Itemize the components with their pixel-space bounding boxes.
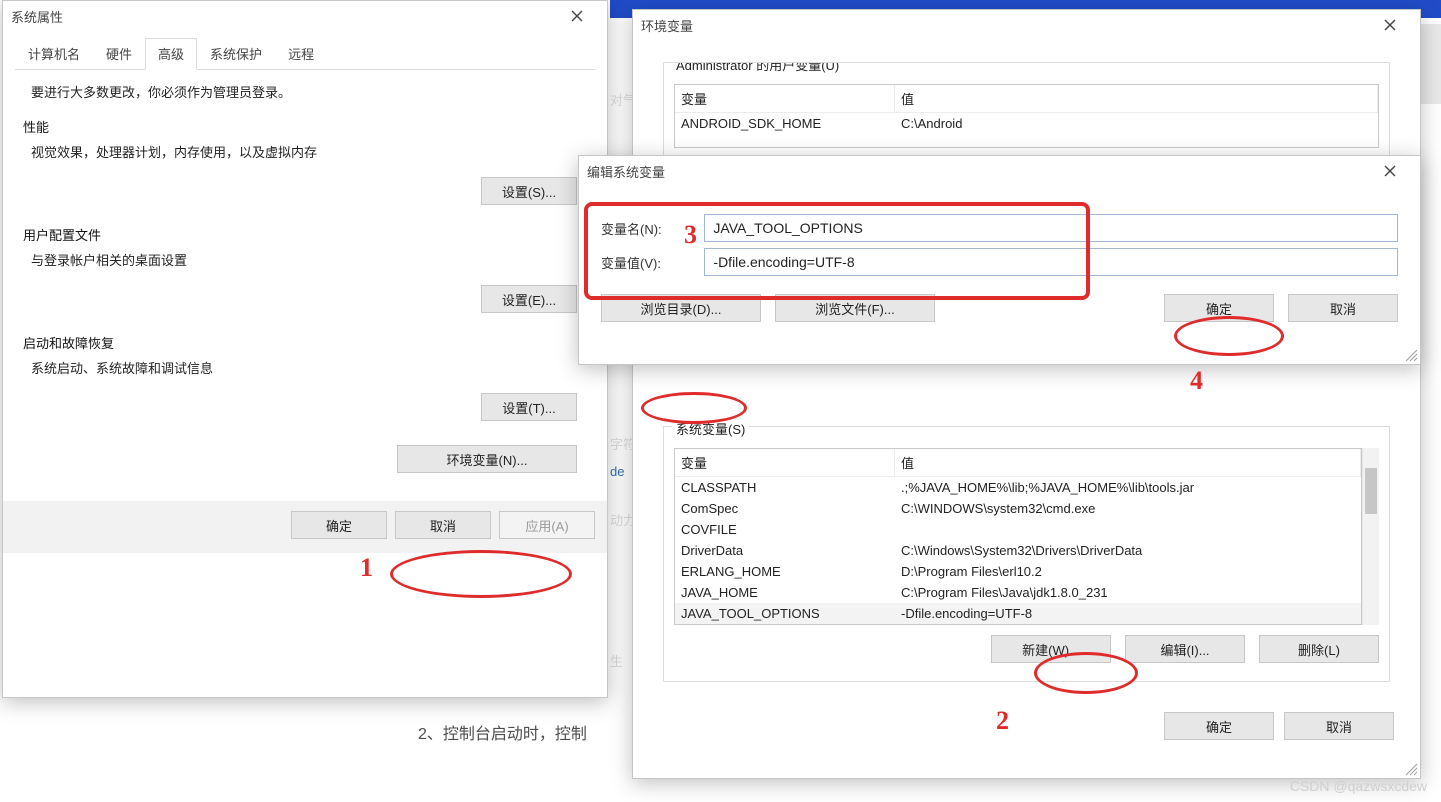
user-vars-group-label: Administrator 的用户变量(U) [672,62,843,74]
envvars-title: 环境变量 [641,16,693,35]
close-icon [1384,165,1396,177]
sys-vars-col-val[interactable]: 值 [895,449,1361,476]
table-row[interactable]: ComSpecC:\WINDOWS\system32\cmd.exe [675,498,1361,519]
envvars-ok-button[interactable]: 确定 [1164,712,1274,740]
startup-title: 启动和故障恢复 [23,333,595,352]
user-profiles-desc: 与登录帐户相关的桌面设置 [31,250,595,269]
ok-button[interactable]: 确定 [291,511,387,539]
browse-file-button[interactable]: 浏览文件(F)... [775,294,935,322]
user-vars-col-val[interactable]: 值 [895,85,1378,112]
close-button[interactable] [553,1,601,31]
user-var-row[interactable]: ANDROID_SDK_HOME C:\Android [675,113,1378,134]
scrollbar-thumb[interactable] [1365,468,1377,514]
editvar-close-button[interactable] [1366,156,1414,186]
user-var-name: ANDROID_SDK_HOME [675,113,895,134]
titlebar-envvars: 环境变量 [633,10,1420,40]
sysvar-delete-button[interactable]: 删除(L) [1259,635,1379,663]
close-icon [571,10,583,22]
var-name-input[interactable] [704,214,1398,242]
user-vars-col-var[interactable]: 变量 [675,85,895,112]
watermark: CSDN @qazwsxcdew [1290,778,1427,794]
sysvar-new-button[interactable]: 新建(W)... [991,635,1111,663]
editvar-ok-button[interactable]: 确定 [1164,294,1274,322]
tab-hardware[interactable]: 硬件 [93,38,145,70]
performance-desc: 视觉效果，处理器计划，内存使用，以及虚拟内存 [31,142,595,161]
environment-variables-button[interactable]: 环境变量(N)... [397,445,577,473]
var-name-label: 变量名(N): [601,219,696,238]
tab-advanced[interactable]: 高级 [145,38,197,70]
var-value-input[interactable] [704,248,1398,276]
envvars-cancel-button[interactable]: 取消 [1284,712,1394,740]
cancel-button[interactable]: 取消 [395,511,491,539]
tab-remote[interactable]: 远程 [275,38,327,70]
table-row-selected[interactable]: JAVA_TOOL_OPTIONS-Dfile.encoding=UTF-8 [675,603,1361,624]
table-row[interactable]: CLASSPATH.;%JAVA_HOME%\lib;%JAVA_HOME%\l… [675,477,1361,498]
tabs: 计算机名 硬件 高级 系统保护 远程 [15,37,595,70]
table-row[interactable]: DriverDataC:\Windows\System32\Drivers\Dr… [675,540,1361,561]
envvars-close-button[interactable] [1366,10,1414,40]
browse-dir-button[interactable]: 浏览目录(D)... [601,294,761,322]
window-title: 系统属性 [11,7,63,26]
resize-grip-icon[interactable] [1402,346,1418,362]
apply-button[interactable]: 应用(A) [499,511,595,539]
user-var-val: C:\Android [895,113,1378,134]
table-row[interactable]: COVFILE [675,519,1361,540]
resize-grip-icon[interactable] [1402,760,1418,776]
var-value-label: 变量值(V): [601,253,696,272]
table-row[interactable]: ERLANG_HOMED:\Program Files\erl10.2 [675,561,1361,582]
sys-vars-col-var[interactable]: 变量 [675,449,895,476]
sysvar-edit-button[interactable]: 编辑(I)... [1125,635,1245,663]
bg-text-5: 生 [610,651,623,670]
sysprops-footer: 确定 取消 应用(A) [3,501,607,553]
editvar-title: 编辑系统变量 [587,162,665,181]
page-footer-text: 2、控制台启动时，控制 [418,720,587,744]
background-sidebar [1419,24,1441,104]
admin-note: 要进行大多数更改，你必须作为管理员登录。 [31,82,595,101]
close-icon [1384,19,1396,31]
sys-vars-group-label: 系统变量(S) [672,419,749,438]
tab-computer-name[interactable]: 计算机名 [15,38,93,70]
titlebar-sysprops: 系统属性 [3,1,607,31]
user-profiles-settings-button[interactable]: 设置(E)... [481,285,577,313]
env-vars-dialog: 环境变量 Administrator 的用户变量(U) 变量 值 ANDROID… [632,9,1421,779]
sysvars-scrollbar[interactable] [1362,448,1379,625]
edit-variable-dialog: 编辑系统变量 变量名(N): 变量值(V): 浏览目录(D)... 浏览文件(F… [578,155,1421,365]
table-row[interactable]: JAVA_HOMEC:\Program Files\Java\jdk1.8.0_… [675,582,1361,603]
bg-text-3: de [610,464,624,479]
startup-settings-button[interactable]: 设置(T)... [481,393,577,421]
system-properties-dialog: 系统属性 计算机名 硬件 高级 系统保护 远程 要进行大多数更改，你必须作为管理… [2,0,608,698]
editvar-cancel-button[interactable]: 取消 [1288,294,1398,322]
titlebar-editvar: 编辑系统变量 [579,156,1420,186]
startup-desc: 系统启动、系统故障和调试信息 [31,358,595,377]
user-profiles-title: 用户配置文件 [23,225,595,244]
tab-system-protection[interactable]: 系统保护 [197,38,275,70]
performance-title: 性能 [23,117,595,136]
performance-settings-button[interactable]: 设置(S)... [481,177,577,205]
